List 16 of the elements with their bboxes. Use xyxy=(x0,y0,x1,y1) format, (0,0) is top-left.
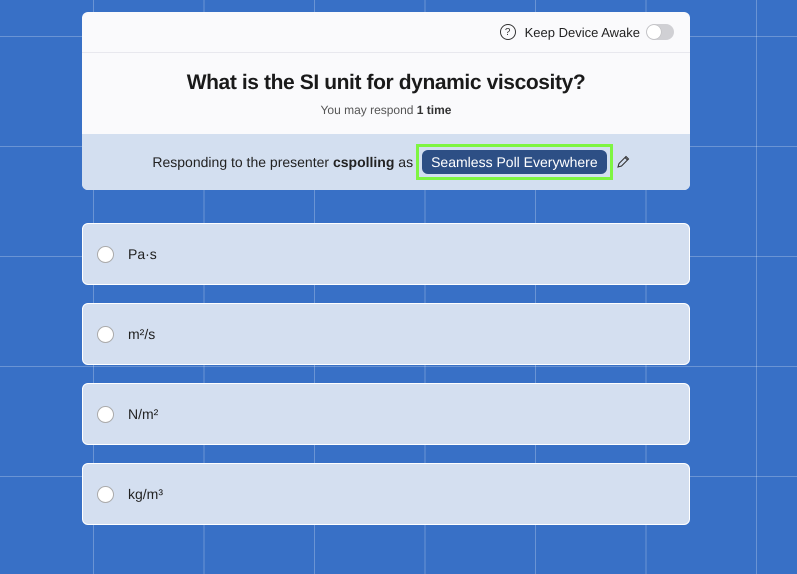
keep-awake-label: Keep Device Awake xyxy=(524,24,640,40)
screen-name-button[interactable]: Seamless Poll Everywhere xyxy=(422,150,607,174)
help-icon[interactable]: ? xyxy=(500,24,516,40)
keep-awake-toggle[interactable] xyxy=(646,24,674,40)
radio-button[interactable] xyxy=(97,246,114,262)
answer-option[interactable]: Pa·s xyxy=(82,223,690,285)
radio-button[interactable] xyxy=(97,486,114,502)
radio-button[interactable] xyxy=(97,326,114,342)
presenter-text: Responding to the presenter cspolling as xyxy=(152,154,414,170)
pencil-icon[interactable] xyxy=(616,155,630,169)
answer-option[interactable]: m²/s xyxy=(82,303,690,365)
answer-option[interactable]: kg/m³ xyxy=(82,463,690,525)
question-title: What is the SI unit for dynamic viscosity? xyxy=(186,71,586,95)
radio-button[interactable] xyxy=(97,406,114,422)
response-limit-note: You may respond 1 time xyxy=(320,103,452,117)
answer-option[interactable]: N/m² xyxy=(82,383,690,445)
